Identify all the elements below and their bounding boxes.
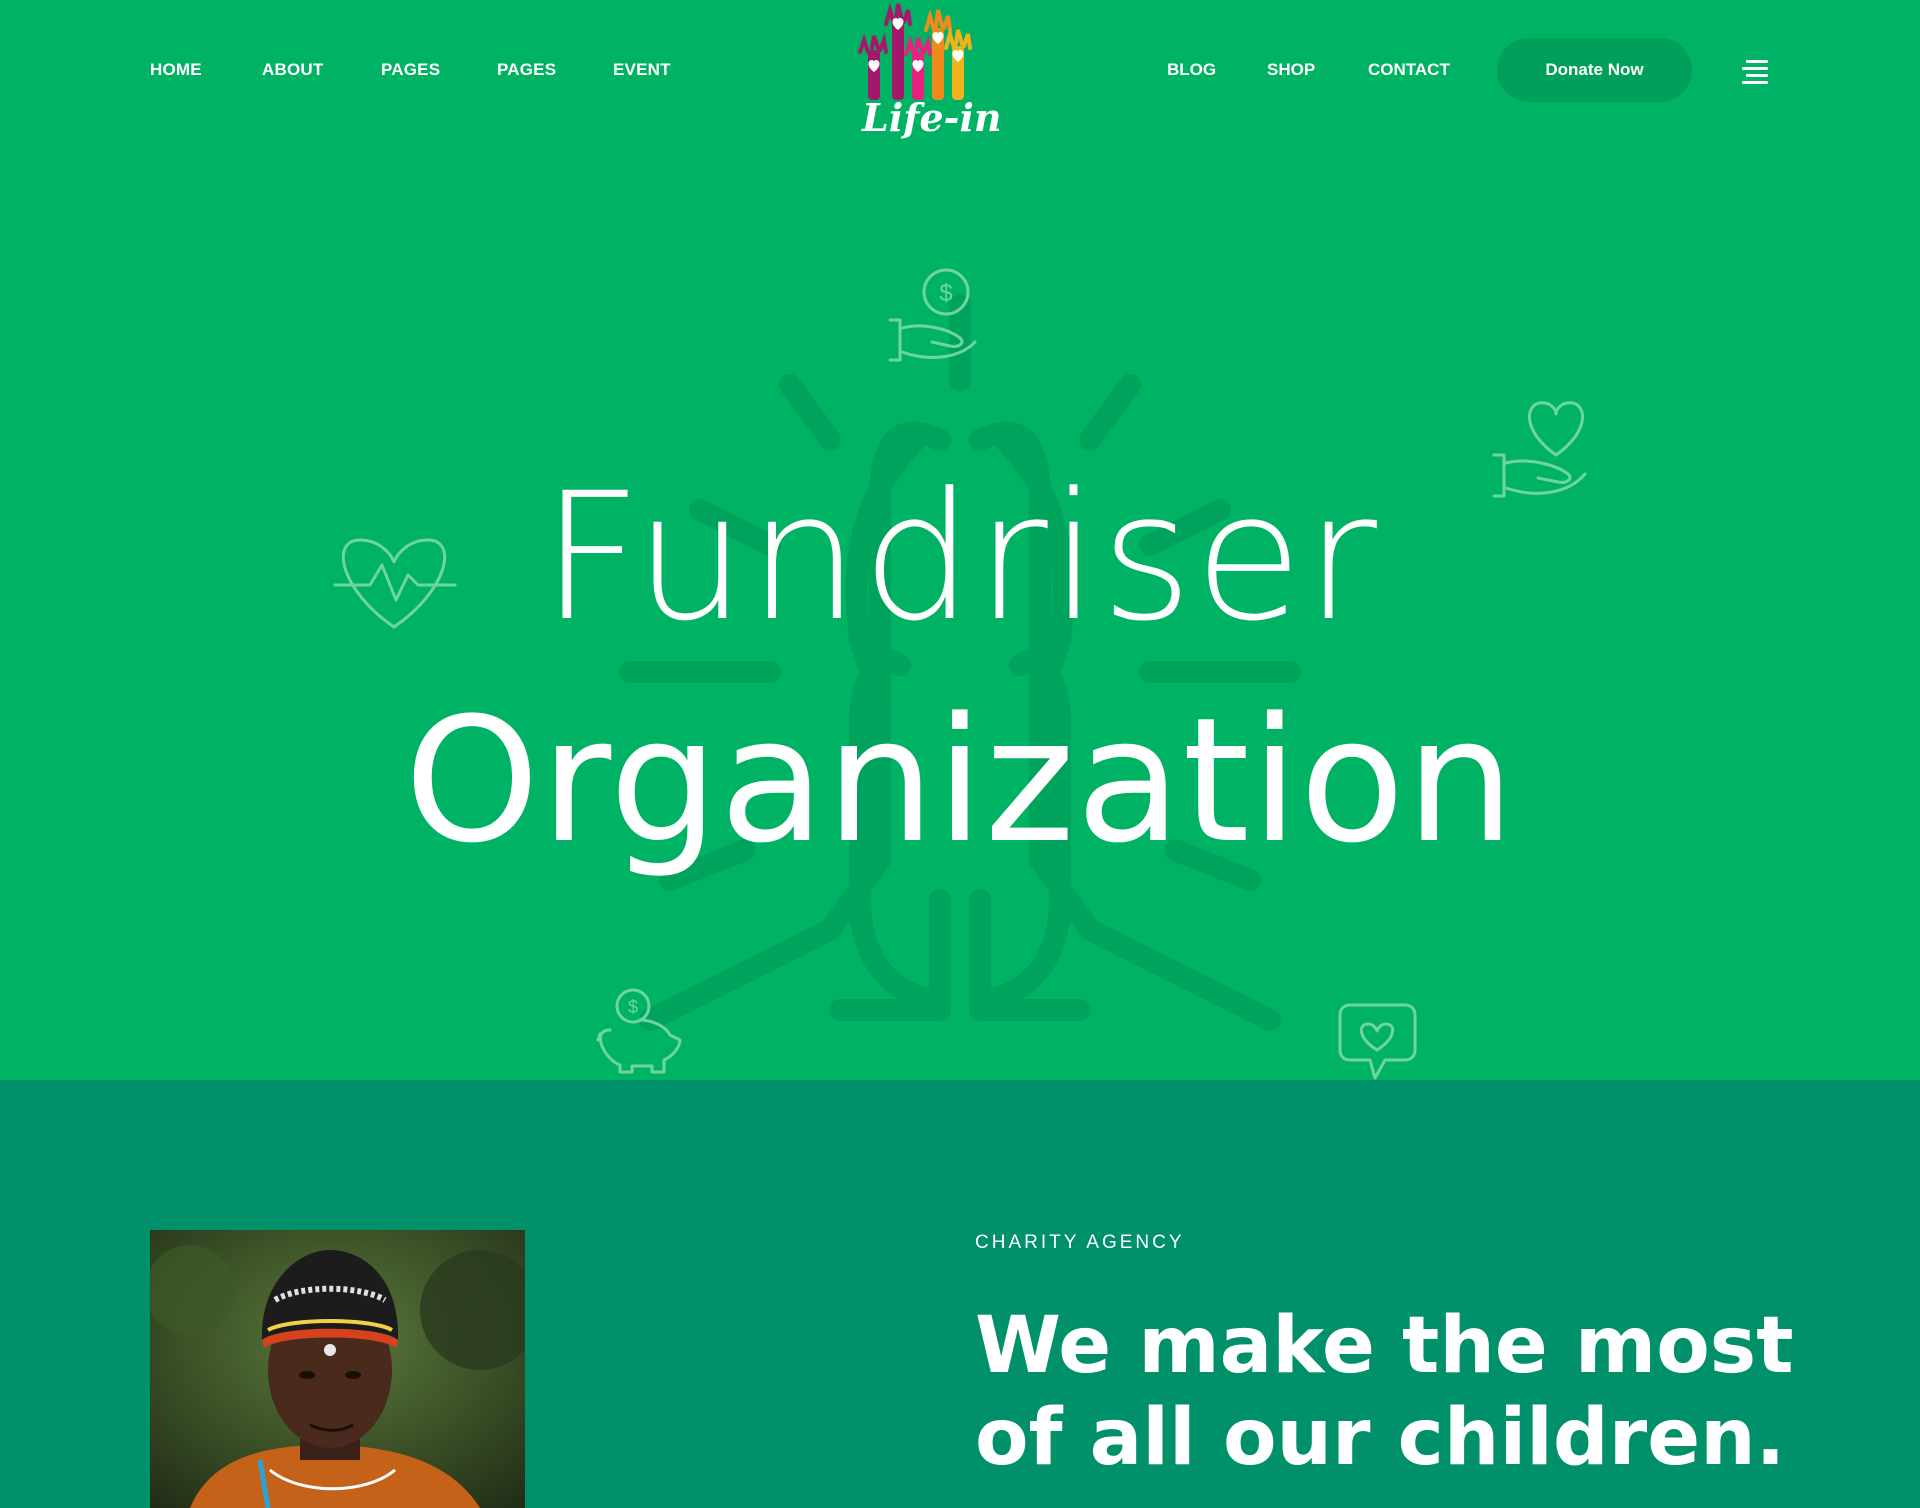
- section-headline: We make the most of all our children.: [975, 1300, 1795, 1484]
- nav-pages[interactable]: PAGES: [381, 60, 440, 80]
- nav-pages-2[interactable]: PAGES: [497, 60, 556, 80]
- svg-text:$: $: [939, 280, 952, 307]
- section-headline-line2: of all our children.: [975, 1393, 1786, 1483]
- section-eyebrow: CHARITY AGENCY: [975, 1232, 1185, 1253]
- nav-contact[interactable]: CONTACT: [1368, 60, 1450, 80]
- nav-about[interactable]: ABOUT: [262, 60, 323, 80]
- section-headline-line1: We make the most: [975, 1301, 1794, 1391]
- hero-section: $ $ HOME ABOUT PAGES PAGES EVENT Life-in…: [0, 0, 1920, 1080]
- donate-now-button[interactable]: Donate Now: [1497, 38, 1692, 102]
- top-navigation: HOME ABOUT PAGES PAGES EVENT Life-in BLO…: [0, 0, 1920, 150]
- logo-hands-icon: [858, 2, 972, 100]
- hero-title-line2: Organization: [404, 680, 1516, 881]
- logo-text: Life-in: [862, 95, 1002, 140]
- hamburger-menu-icon[interactable]: [1742, 60, 1772, 86]
- nav-home[interactable]: HOME: [150, 60, 202, 80]
- svg-text:$: $: [628, 997, 638, 1017]
- praying-hands-icon: [619, 294, 1301, 1031]
- nav-blog[interactable]: BLOG: [1167, 60, 1216, 80]
- portrait-photo: [150, 1230, 525, 1508]
- nav-event[interactable]: EVENT: [613, 60, 671, 80]
- heart-chat-icon: [1338, 1003, 1417, 1080]
- nav-shop[interactable]: SHOP: [1267, 60, 1315, 80]
- hero-title-line1: Fundriser: [540, 455, 1379, 660]
